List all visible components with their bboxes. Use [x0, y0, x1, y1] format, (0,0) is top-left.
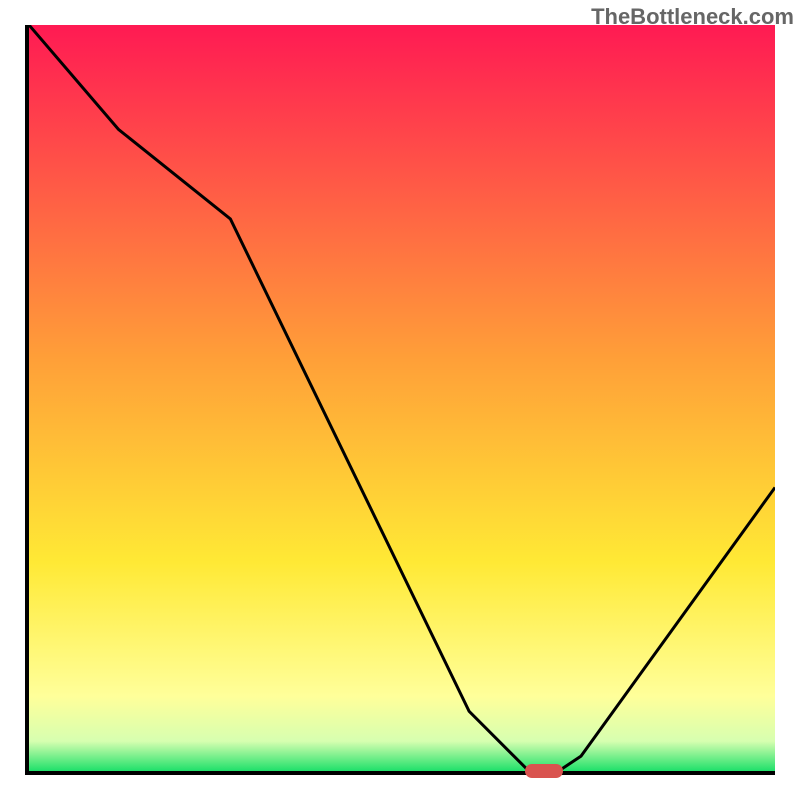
bottleneck-curve [29, 25, 775, 771]
watermark-text: TheBottleneck.com [591, 4, 794, 30]
chart-container: TheBottleneck.com [0, 0, 800, 800]
optimal-marker [525, 764, 563, 778]
chart-frame [25, 25, 775, 775]
